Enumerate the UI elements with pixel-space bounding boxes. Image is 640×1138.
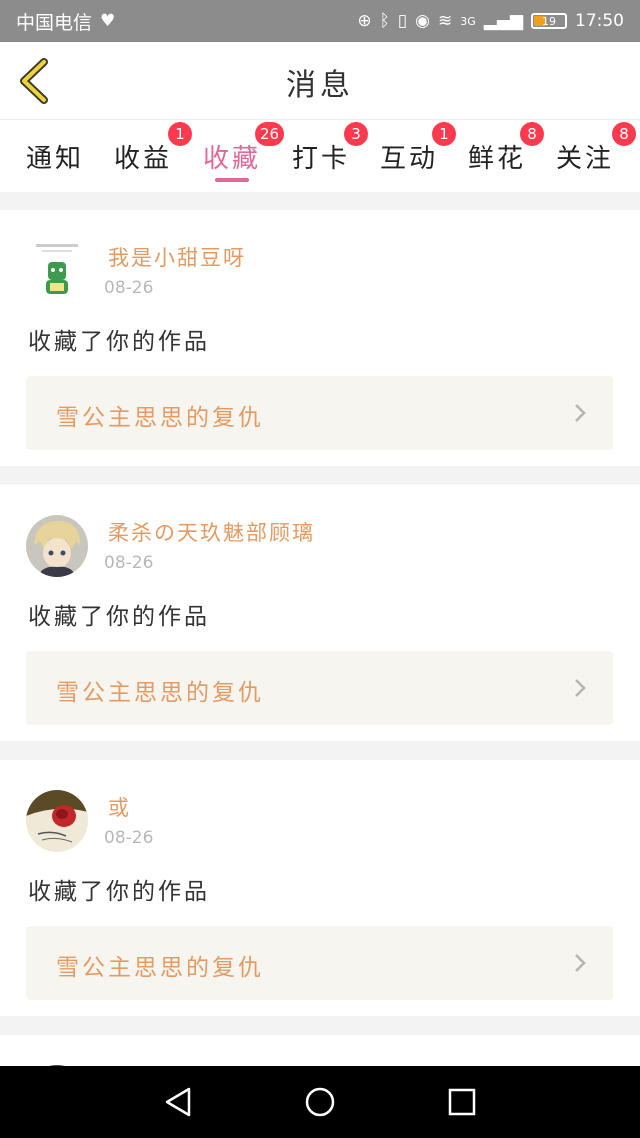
message-card: 我是小甜豆呀 08-26 收藏了你的作品 雪公主思思的复仇 bbox=[0, 210, 640, 466]
timestamp: 08-26 bbox=[104, 828, 154, 848]
count-badge: 8 bbox=[612, 122, 636, 146]
message-card-partial bbox=[0, 1035, 640, 1066]
anime-character-avatar-icon bbox=[26, 515, 88, 577]
nfc-icon: ⊕ bbox=[357, 11, 372, 31]
page-title: 消息 bbox=[286, 68, 354, 103]
work-link[interactable]: 雪公主思思的复仇 bbox=[26, 376, 613, 450]
status-bar: 中国电信 ♥ ⊕ ᛒ ▯ ◉ ≋ 3G ▂▄▆ 19 17:50 bbox=[0, 0, 640, 42]
system-nav-bar bbox=[0, 1066, 640, 1138]
avatar[interactable] bbox=[26, 515, 88, 577]
timestamp: 08-26 bbox=[104, 553, 154, 573]
work-title: 雪公主思思的复仇 bbox=[56, 955, 264, 981]
tab-earnings[interactable]: 收益 1 bbox=[98, 122, 192, 188]
active-tab-indicator bbox=[215, 178, 249, 182]
username[interactable]: 我是小甜豆呀 bbox=[108, 242, 246, 272]
header: 消息 bbox=[0, 42, 640, 120]
health-heart-icon: ♥ bbox=[100, 11, 116, 31]
chevron-right-icon bbox=[575, 679, 586, 697]
work-link[interactable]: 雪公主思思的复仇 bbox=[26, 651, 613, 725]
network-type: 3G bbox=[460, 14, 476, 28]
username[interactable]: 或 bbox=[108, 792, 131, 822]
square-recents-icon bbox=[448, 1088, 476, 1116]
action-text: 收藏了你的作品 bbox=[28, 604, 210, 630]
tab-notifications[interactable]: 通知 bbox=[10, 128, 100, 188]
nav-home-button[interactable] bbox=[300, 1082, 340, 1122]
work-link[interactable]: 雪公主思思的复仇 bbox=[26, 926, 613, 1000]
tab-checkin[interactable]: 打卡 3 bbox=[276, 122, 368, 188]
vibrate-icon: ▯ bbox=[397, 11, 408, 31]
tab-follows[interactable]: 关注 8 bbox=[540, 122, 636, 188]
message-card: 柔杀の天玖魅部顾璃 08-26 收藏了你的作品 雪公主思思的复仇 bbox=[0, 485, 640, 741]
tab-label: 通知 bbox=[25, 144, 84, 174]
green-character-avatar-icon bbox=[36, 244, 78, 294]
tab-flowers[interactable]: 鲜花 8 bbox=[452, 122, 544, 188]
timestamp: 08-26 bbox=[104, 278, 154, 298]
tab-favorites[interactable]: 收藏 26 bbox=[187, 122, 285, 188]
bluetooth-icon: ᛒ bbox=[379, 11, 390, 31]
eye-icon: ◉ bbox=[415, 11, 430, 31]
triangle-back-icon bbox=[165, 1087, 191, 1117]
work-title: 雪公主思思的复仇 bbox=[56, 680, 264, 706]
wifi-icon: ≋ bbox=[437, 11, 453, 31]
work-title: 雪公主思思的复仇 bbox=[56, 405, 264, 431]
tab-bar: 通知 收益 1 收藏 26 打卡 3 互动 1 鲜花 8 关注 8 bbox=[0, 120, 640, 192]
avatar[interactable] bbox=[26, 240, 88, 302]
rose-avatar-icon bbox=[26, 790, 88, 852]
nav-recents-button[interactable] bbox=[442, 1082, 482, 1122]
circle-home-icon bbox=[305, 1087, 335, 1117]
tab-interactions[interactable]: 互动 1 bbox=[364, 122, 456, 188]
avatar[interactable] bbox=[26, 790, 88, 852]
action-text: 收藏了你的作品 bbox=[28, 329, 210, 355]
carrier-label: 中国电信 bbox=[16, 11, 93, 34]
battery-icon: 19 bbox=[531, 13, 567, 29]
clock: 17:50 bbox=[575, 11, 624, 31]
message-card: 或 08-26 收藏了你的作品 雪公主思思的复仇 bbox=[0, 760, 640, 1016]
chevron-right-icon bbox=[575, 404, 586, 422]
action-text: 收藏了你的作品 bbox=[28, 879, 210, 905]
nav-back-button[interactable] bbox=[158, 1082, 198, 1122]
signal-icon: ▂▄▆ bbox=[483, 11, 523, 31]
chevron-right-icon bbox=[575, 954, 586, 972]
username[interactable]: 柔杀の天玖魅部顾璃 bbox=[108, 517, 315, 547]
